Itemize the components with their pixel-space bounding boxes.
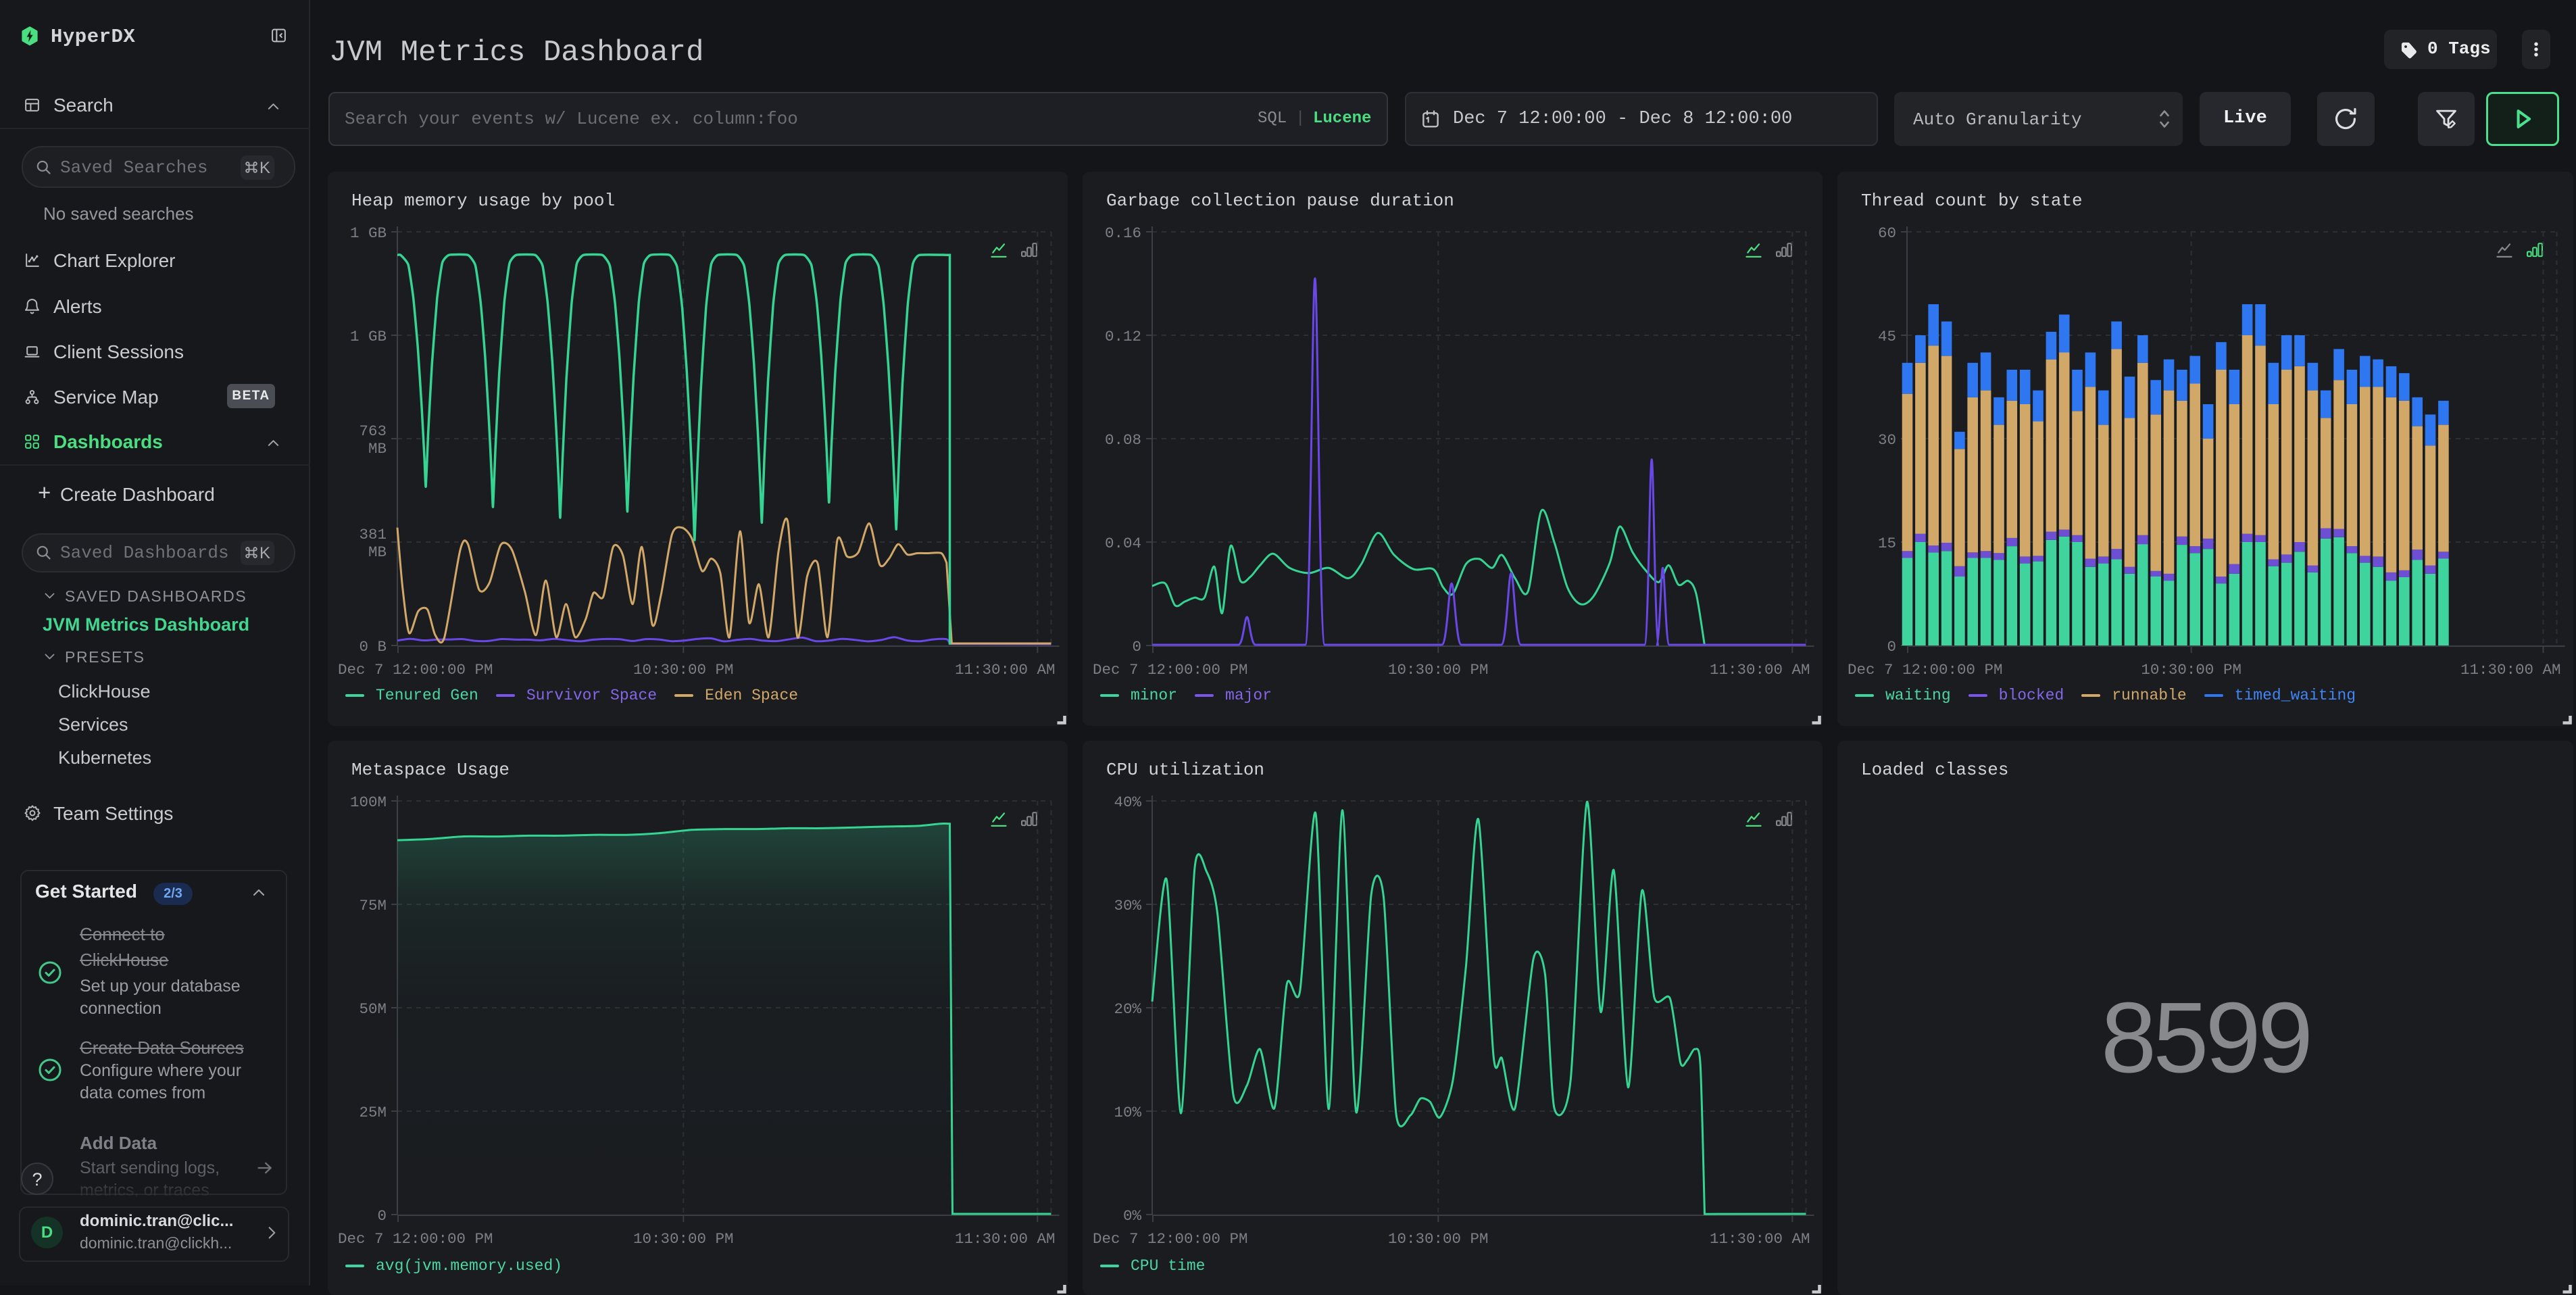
svg-text:Dec 7 12:00:00 PM: Dec 7 12:00:00 PM [1848,661,2003,679]
svg-text:0: 0 [1132,638,1141,656]
svg-text:40%: 40% [1114,793,1141,811]
svg-text:0.12: 0.12 [1105,328,1141,345]
svg-text:0.04: 0.04 [1105,535,1141,552]
svg-text:45: 45 [1878,328,1896,345]
svg-text:0 B: 0 B [359,638,387,656]
svg-text:60: 60 [1878,224,1896,242]
svg-text:Dec 7 12:00:00 PM: Dec 7 12:00:00 PM [338,661,493,679]
svg-text:1 GB: 1 GB [350,224,387,242]
svg-text:MB: MB [368,440,387,458]
svg-text:Dec 7 12:00:00 PM: Dec 7 12:00:00 PM [1093,661,1248,679]
svg-text:20%: 20% [1114,1000,1141,1018]
svg-text:15: 15 [1878,535,1896,552]
svg-text:763: 763 [359,422,387,440]
svg-text:25M: 25M [359,1104,387,1121]
svg-text:11:30:00 AM: 11:30:00 AM [1710,661,1810,679]
svg-text:1 GB: 1 GB [350,328,387,345]
svg-text:11:30:00 AM: 11:30:00 AM [2460,661,2561,679]
svg-text:10:30:00 PM: 10:30:00 PM [1388,1230,1489,1248]
svg-text:11:30:00 AM: 11:30:00 AM [955,661,1056,679]
svg-text:Dec 7 12:00:00 PM: Dec 7 12:00:00 PM [1093,1230,1248,1248]
svg-text:10:30:00 PM: 10:30:00 PM [2141,661,2241,679]
svg-text:0: 0 [377,1207,387,1225]
svg-text:100M: 100M [350,793,387,811]
svg-text:10%: 10% [1114,1104,1141,1121]
svg-text:50M: 50M [359,1000,387,1018]
svg-text:75M: 75M [359,897,387,914]
svg-text:11:30:00 AM: 11:30:00 AM [1710,1230,1810,1248]
svg-text:11:30:00 AM: 11:30:00 AM [955,1230,1056,1248]
svg-text:30: 30 [1878,431,1896,449]
svg-text:10:30:00 PM: 10:30:00 PM [633,1230,734,1248]
svg-text:381: 381 [359,526,387,543]
svg-text:10:30:00 PM: 10:30:00 PM [1388,661,1489,679]
svg-text:MB: MB [368,543,387,561]
svg-text:0.08: 0.08 [1105,431,1141,449]
svg-text:0: 0 [1887,638,1896,656]
svg-text:30%: 30% [1114,897,1141,914]
svg-text:10:30:00 PM: 10:30:00 PM [633,661,734,679]
svg-text:Dec 7 12:00:00 PM: Dec 7 12:00:00 PM [338,1230,493,1248]
svg-text:0%: 0% [1123,1207,1142,1225]
svg-text:0.16: 0.16 [1105,224,1141,242]
